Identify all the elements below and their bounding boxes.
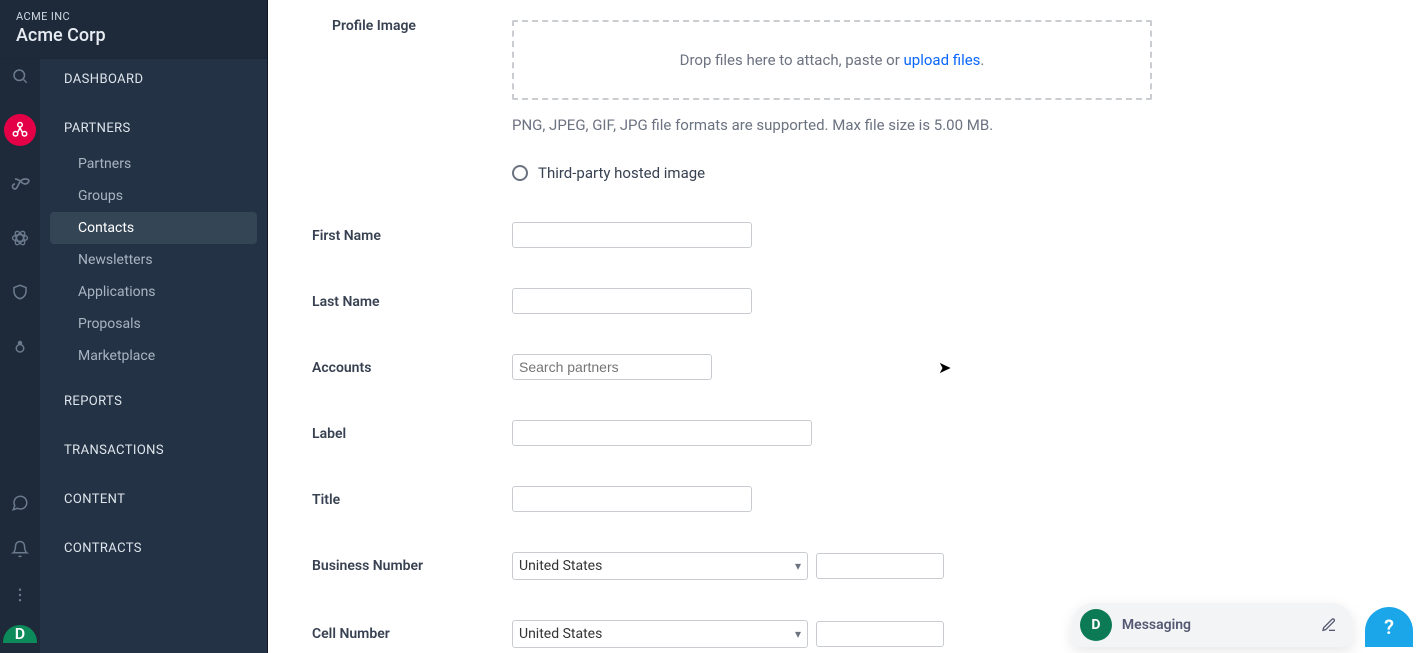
first-name-input[interactable] bbox=[512, 222, 752, 248]
dropzone-text: Drop files here to attach, paste or uplo… bbox=[680, 51, 985, 69]
sidebar-item-groups[interactable]: Groups bbox=[40, 180, 267, 212]
messaging-avatar: D bbox=[1080, 609, 1112, 641]
chevron-down-icon: ▾ bbox=[795, 559, 801, 573]
upload-files-link[interactable]: upload files bbox=[904, 51, 981, 69]
cell-country-select[interactable]: United States ▾ bbox=[512, 620, 808, 648]
title-input[interactable] bbox=[512, 486, 752, 512]
sidebar: ACME INC Acme Corp DASHBOARD PARTNERS Pa… bbox=[40, 0, 268, 653]
radio-third-party-label: Third-party hosted image bbox=[538, 164, 705, 182]
sidebar-item-marketplace[interactable]: Marketplace bbox=[40, 340, 267, 372]
infinity-icon[interactable] bbox=[4, 168, 36, 200]
brand-big: Acme Corp bbox=[16, 25, 251, 46]
cell-number-input[interactable] bbox=[816, 621, 944, 647]
sidebar-item-applications[interactable]: Applications bbox=[40, 276, 267, 308]
label-last-name: Last Name bbox=[312, 288, 512, 310]
placeholder-icon[interactable] bbox=[4, 330, 36, 362]
search-icon[interactable] bbox=[4, 60, 36, 92]
sidebar-item-newsletters[interactable]: Newsletters bbox=[40, 244, 267, 276]
label-accounts: Accounts bbox=[312, 354, 512, 376]
label-first-name: First Name bbox=[312, 222, 512, 244]
messaging-label: Messaging bbox=[1122, 617, 1191, 633]
rail-bottom-group: D bbox=[3, 487, 37, 643]
chat-icon[interactable] bbox=[4, 487, 36, 519]
file-dropzone[interactable]: Drop files here to attach, paste or uplo… bbox=[512, 20, 1152, 100]
label-input[interactable] bbox=[512, 420, 812, 446]
label-title: Title bbox=[312, 486, 512, 508]
label-label: Label bbox=[312, 420, 512, 442]
radio-third-party[interactable]: Third-party hosted image bbox=[512, 164, 1381, 182]
app-switcher-icon[interactable] bbox=[4, 114, 36, 146]
business-country-value: United States bbox=[519, 558, 602, 574]
accounts-search-input[interactable] bbox=[512, 354, 712, 380]
nav-partners-section[interactable]: PARTNERS bbox=[40, 99, 267, 148]
nav-content[interactable]: CONTENT bbox=[40, 470, 267, 519]
dropzone-prefix: Drop files here to attach, paste or bbox=[680, 51, 904, 69]
sidebar-item-proposals[interactable]: Proposals bbox=[40, 308, 267, 340]
shield-icon[interactable] bbox=[4, 276, 36, 308]
last-name-input[interactable] bbox=[512, 288, 752, 314]
user-avatar[interactable]: D bbox=[3, 625, 37, 643]
nav-reports[interactable]: REPORTS bbox=[40, 372, 267, 421]
messaging-pill[interactable]: D Messaging bbox=[1072, 603, 1353, 647]
main-content: Profile Image Drop files here to attach,… bbox=[268, 0, 1425, 653]
nav-transactions[interactable]: TRANSACTIONS bbox=[40, 421, 267, 470]
business-number-input[interactable] bbox=[816, 553, 944, 579]
cell-country-value: United States bbox=[519, 626, 602, 642]
sidebar-item-contacts[interactable]: Contacts bbox=[50, 212, 257, 244]
help-fab[interactable]: ? bbox=[1365, 607, 1413, 647]
brand-small: ACME INC bbox=[16, 10, 251, 23]
label-profile-image: Profile Image bbox=[312, 12, 512, 34]
radio-icon bbox=[512, 165, 528, 181]
compose-icon[interactable] bbox=[1321, 617, 1337, 633]
label-business-number: Business Number bbox=[312, 552, 512, 574]
chevron-down-icon: ▾ bbox=[795, 627, 801, 641]
dropzone-helper: PNG, JPEG, GIF, JPG file formats are sup… bbox=[512, 116, 1381, 134]
atom-icon[interactable] bbox=[4, 222, 36, 254]
nav-contracts[interactable]: CONTRACTS bbox=[40, 519, 267, 568]
label-cell-number: Cell Number bbox=[312, 620, 512, 642]
dropzone-suffix: . bbox=[980, 51, 984, 69]
more-icon[interactable] bbox=[4, 579, 36, 611]
brand-block[interactable]: ACME INC Acme Corp bbox=[0, 0, 267, 59]
icon-rail: D bbox=[0, 0, 40, 653]
bell-icon[interactable] bbox=[4, 533, 36, 565]
sidebar-item-partners[interactable]: Partners bbox=[40, 148, 267, 180]
business-country-select[interactable]: United States ▾ bbox=[512, 552, 808, 580]
